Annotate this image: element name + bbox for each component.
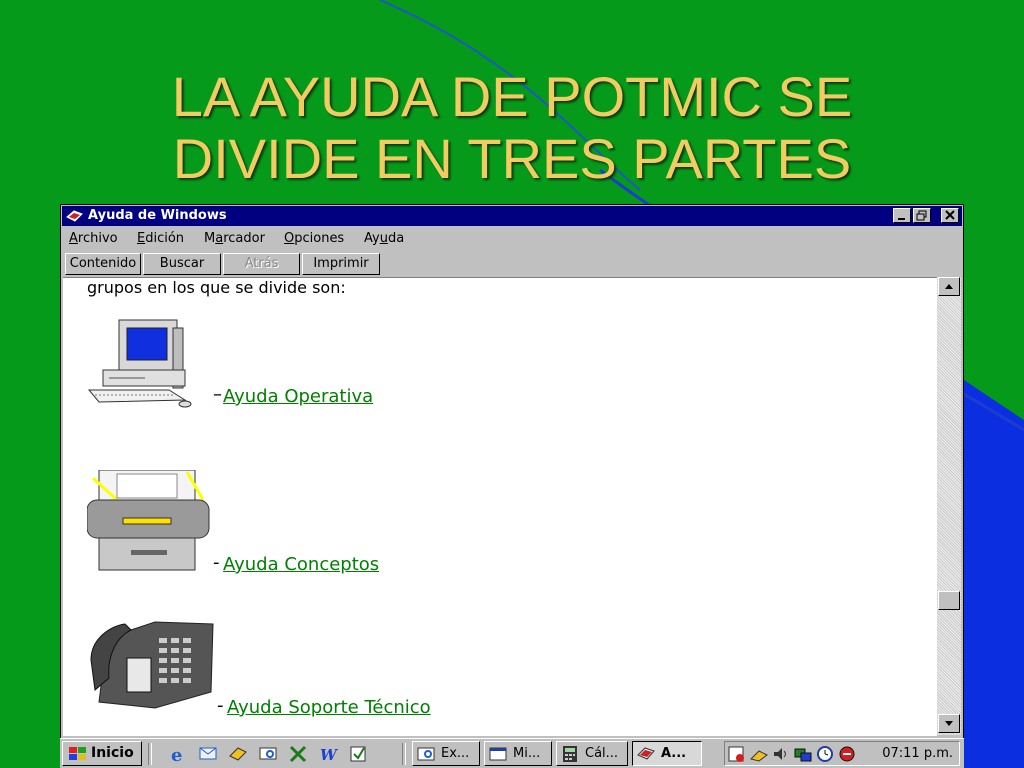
help-book-icon [66, 208, 84, 228]
scroll-down-button[interactable] [938, 714, 960, 733]
task-button-ayuda[interactable]: A... [632, 741, 702, 766]
excel-icon[interactable] [288, 744, 310, 764]
help-content: grupos en los que se divide son: – Ayuda… [63, 277, 937, 736]
time-icon[interactable] [815, 745, 835, 763]
outlook-express-icon[interactable] [198, 744, 220, 764]
menu-opciones[interactable]: Opciones [284, 231, 344, 246]
menu-marcador[interactable]: Marcador [204, 231, 265, 246]
contents-button[interactable]: Contenido [65, 253, 141, 275]
note-icon[interactable] [348, 744, 370, 764]
internet-explorer-icon[interactable]: e [168, 744, 190, 764]
printer-icon [87, 470, 210, 571]
antivirus-icon[interactable] [837, 745, 857, 763]
link-ayuda-conceptos[interactable]: Ayuda Conceptos [223, 554, 379, 575]
explorer-icon[interactable] [258, 744, 280, 764]
task-button-mi[interactable]: Mi... [484, 741, 552, 766]
calculator-icon [563, 746, 577, 762]
help-book-icon [637, 747, 655, 760]
task-button-explorer[interactable]: Ex... [412, 741, 480, 766]
arrow-down-icon [945, 721, 953, 726]
menu-bar: Archivo Edición Marcador Opciones Ayuda [62, 227, 962, 251]
print-button[interactable]: Imprimir [302, 253, 380, 275]
start-label: Inicio [91, 745, 134, 761]
list-dash: - [217, 695, 224, 716]
taskbar-separator [148, 743, 152, 765]
word-icon[interactable]: W [318, 744, 340, 764]
arrow-up-icon [945, 284, 953, 289]
windows-logo-icon [69, 747, 86, 760]
slide-title-line: LA AYUDA DE POTMIC SE [171, 65, 853, 128]
close-icon [945, 210, 955, 220]
channels-icon[interactable] [228, 744, 250, 764]
vertical-scrollbar[interactable] [937, 277, 961, 735]
back-button[interactable]: Atrás [223, 253, 300, 275]
network-icon[interactable] [793, 745, 813, 763]
system-tray: 07:11 p.m. [724, 741, 960, 766]
blue-wave-shape [964, 380, 1024, 768]
close-button[interactable] [941, 208, 959, 223]
explorer-icon [417, 747, 435, 761]
minimize-icon [898, 218, 905, 220]
link-ayuda-soporte-tecnico[interactable]: Ayuda Soporte Técnico [227, 697, 431, 718]
svg-text:e: e [171, 745, 182, 764]
list-dash: - [213, 552, 220, 573]
start-button[interactable]: Inicio [62, 741, 142, 766]
restore-icon [916, 210, 927, 221]
svg-text:W: W [320, 746, 339, 764]
search-button[interactable]: Buscar [143, 253, 221, 275]
taskbar: Inicio e W Ex... Mi... Cál... A... 07:11… [60, 738, 964, 768]
menu-edicion[interactable]: Edición [137, 231, 184, 246]
scheduler-icon[interactable] [727, 745, 747, 763]
volume-icon[interactable] [771, 745, 791, 763]
menu-ayuda[interactable]: Ayuda [364, 231, 404, 246]
clock[interactable]: 07:11 p.m. [882, 746, 953, 761]
window-titlebar[interactable]: Ayuda de Windows [62, 206, 962, 226]
scrollbar-thumb[interactable] [938, 591, 960, 610]
taskbar-separator [402, 743, 406, 765]
minimize-button[interactable] [893, 208, 911, 223]
telephone-icon [90, 621, 214, 709]
link-ayuda-operativa[interactable]: Ayuda Operativa [223, 386, 373, 407]
slide-title-line: DIVIDE EN TRES PARTES [172, 127, 852, 190]
window-title: Ayuda de Windows [88, 208, 227, 223]
computer-icon [87, 319, 192, 408]
help-window: Ayuda de Windows Archivo Edición Marcado… [60, 204, 964, 740]
list-dash: – [213, 384, 222, 405]
help-toolbar: Contenido Buscar Atrás Imprimir [62, 252, 962, 276]
intro-text: grupos en los que se divide son: [87, 278, 346, 297]
window-icon [489, 747, 507, 761]
scroll-up-button[interactable] [938, 277, 960, 296]
menu-archivo[interactable]: Archivo [69, 231, 118, 246]
task-button-calculadora[interactable]: Cál... [556, 741, 628, 766]
satellite-icon[interactable] [749, 745, 769, 763]
restore-button[interactable] [913, 208, 931, 223]
slide-title: LA AYUDA DE POTMIC SE DIVIDE EN TRES PAR… [0, 66, 1024, 190]
